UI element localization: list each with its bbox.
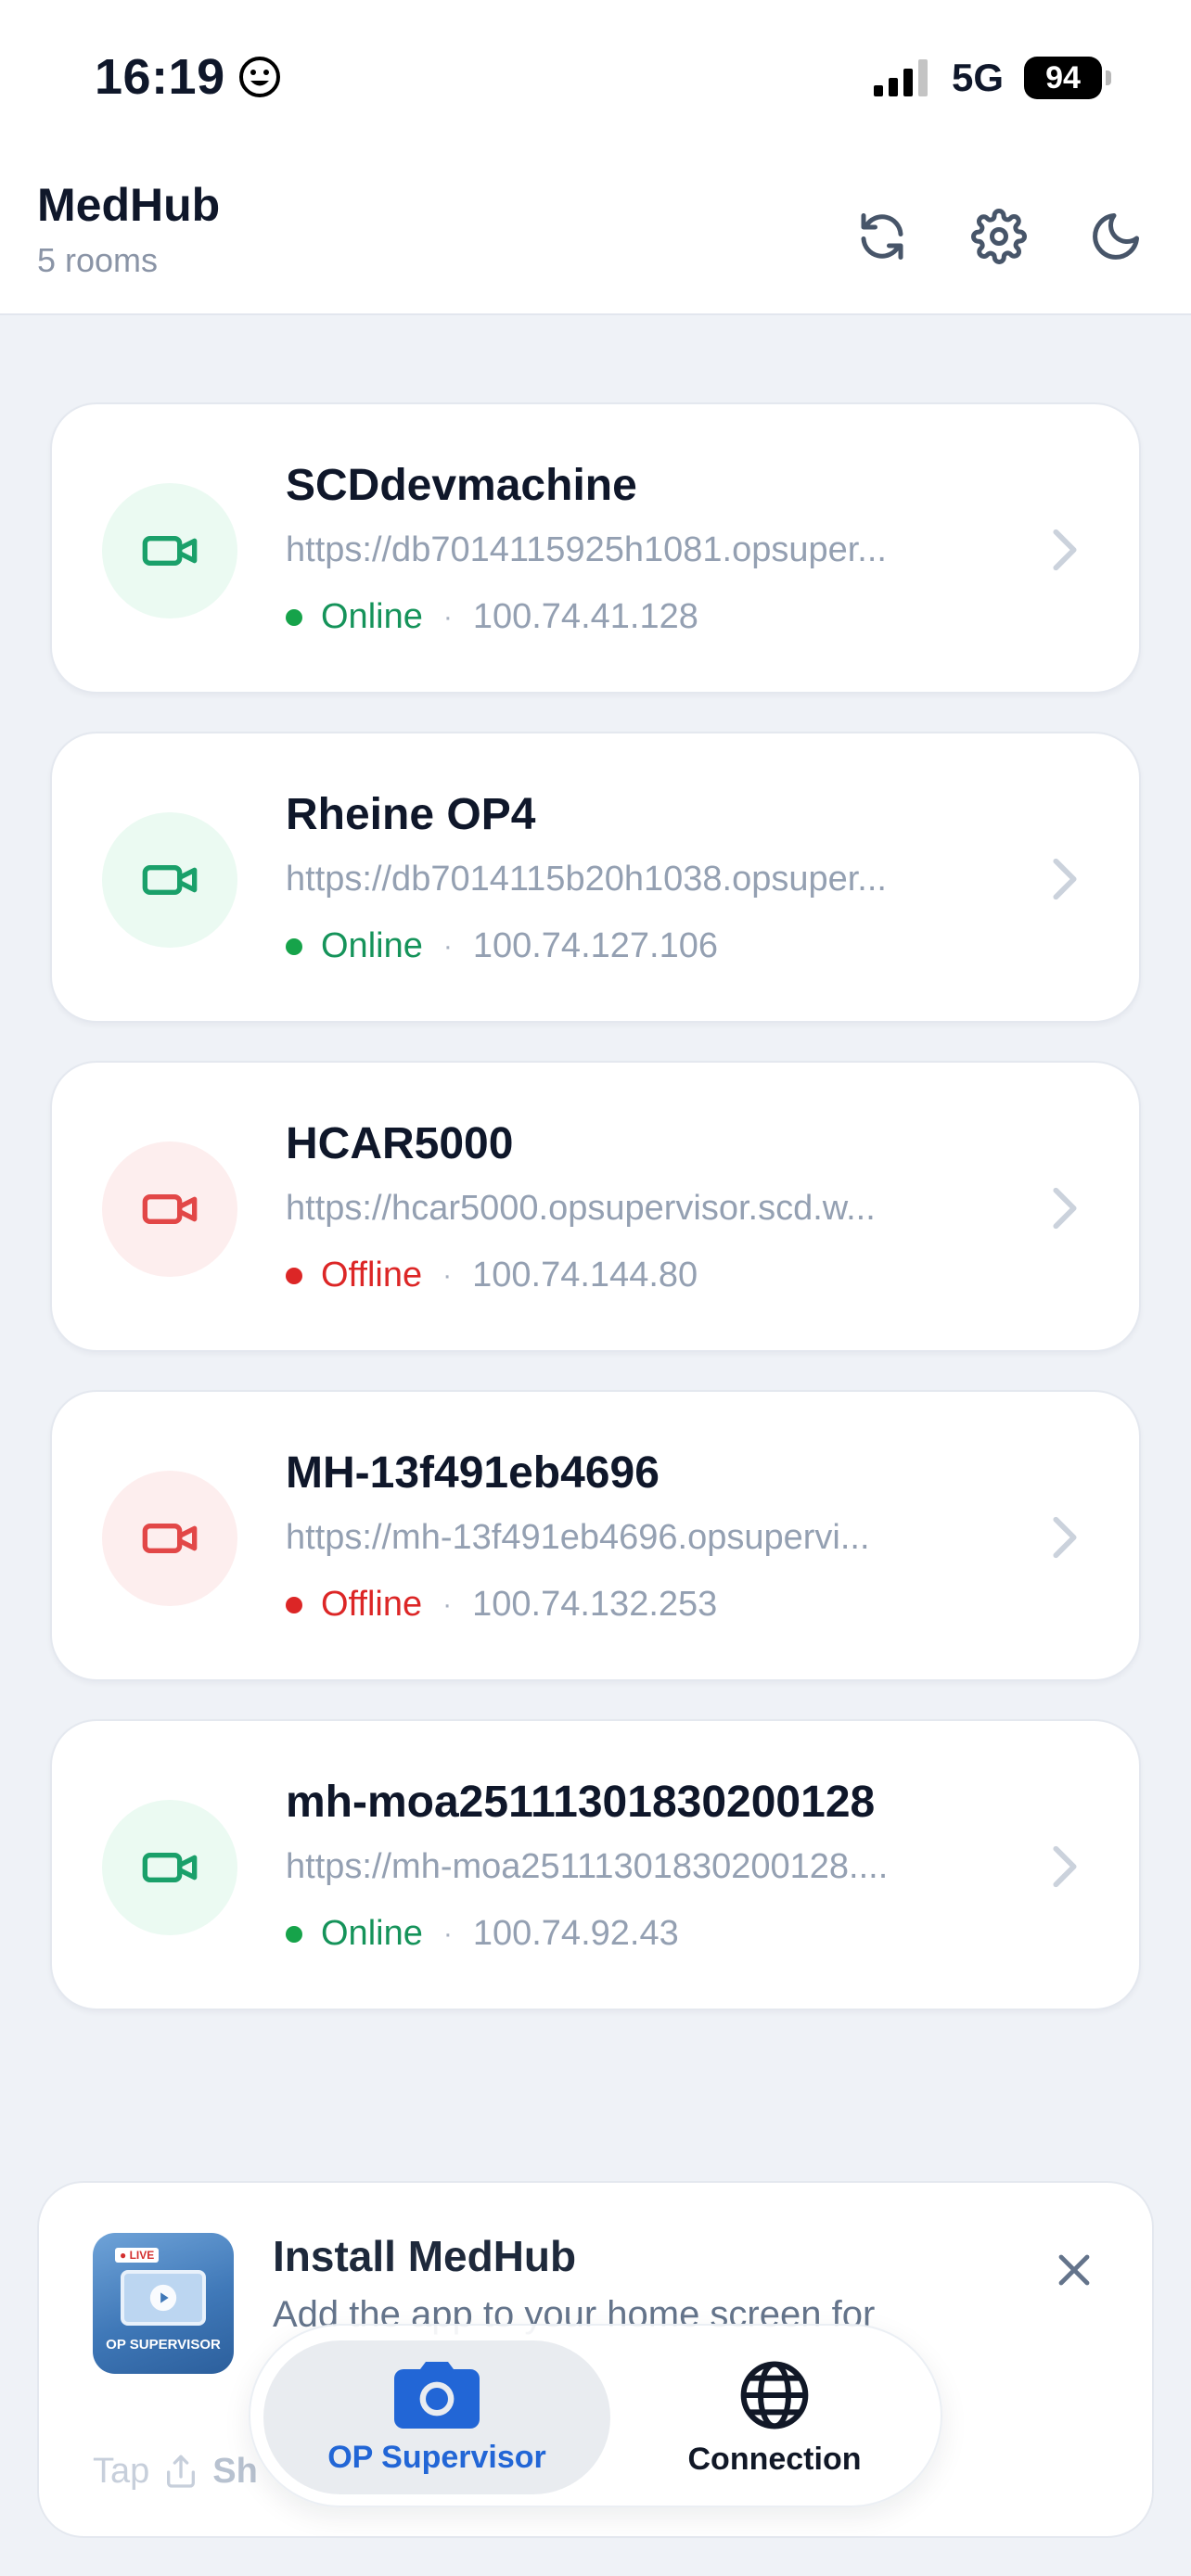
status-dot	[286, 1925, 302, 1943]
tab-bar: OP Supervisor Connection	[249, 2324, 942, 2507]
room-icon	[102, 1471, 237, 1606]
battery-nub	[1106, 70, 1111, 85]
room-url: https://db7014115b20h1038.opsuper...	[286, 860, 887, 899]
room-status: Offline · 100.74.132.253	[286, 1585, 717, 1625]
status-text: Offline	[321, 1585, 423, 1624]
room-url: https://hcar5000.opsupervisor.scd.w...	[286, 1189, 876, 1228]
room-ip: 100.74.132.253	[472, 1585, 718, 1624]
live-badge: ● LIVE	[115, 2248, 160, 2263]
room-status: Online · 100.74.41.128	[286, 597, 698, 637]
video-camera-icon	[142, 1194, 198, 1224]
room-ip: 100.74.41.128	[472, 597, 698, 636]
room-url: https://db7014115925h1081.opsuper...	[286, 530, 887, 569]
room-card[interactable]: MH-13f491eb4696 https://mh-13f491eb4696.…	[50, 1390, 1141, 1681]
separator: ·	[442, 1588, 453, 1620]
room-status: Online · 100.74.92.43	[286, 1914, 679, 1954]
video-camera-icon	[142, 865, 198, 895]
header-actions	[844, 198, 1154, 274]
refresh-button[interactable]	[844, 198, 920, 274]
room-icon	[102, 812, 237, 948]
room-list: SCDdevmachine https://db7014115925h1081.…	[50, 402, 1141, 2048]
video-camera-icon	[142, 1853, 198, 1882]
separator: ·	[442, 601, 453, 632]
chevron-right-icon	[1053, 1845, 1077, 1888]
install-title: Install MedHub	[273, 2232, 577, 2280]
moon-icon	[1093, 213, 1139, 260]
room-icon	[102, 483, 237, 618]
room-url: https://mh-13f491eb4696.opsupervi...	[286, 1518, 870, 1557]
separator: ·	[442, 1918, 453, 1949]
chevron-right-icon	[1053, 529, 1077, 571]
status-time: 16:19	[95, 48, 281, 106]
clock: 16:19	[95, 49, 225, 105]
room-icon	[102, 1141, 237, 1277]
play-icon	[149, 2284, 177, 2312]
install-tip: Tap Sh	[93, 2452, 258, 2492]
video-camera-icon	[142, 536, 198, 566]
camera-icon	[394, 2361, 480, 2429]
room-name: SCDdevmachine	[286, 461, 637, 510]
signal-icon	[873, 59, 928, 96]
room-card[interactable]: Rheine OP4 https://db7014115b20h1038.ops…	[50, 732, 1141, 1023]
status-text: Offline	[321, 1256, 423, 1294]
video-camera-icon	[142, 1524, 198, 1553]
battery: 94	[1024, 57, 1111, 99]
status-dot	[286, 608, 302, 626]
room-ip: 100.74.144.80	[472, 1256, 698, 1294]
tab-connection[interactable]: Connection	[621, 2340, 928, 2494]
room-card[interactable]: SCDdevmachine https://db7014115925h1081.…	[50, 402, 1141, 694]
refresh-icon	[861, 213, 903, 260]
status-bar: 16:19 5G 94	[0, 0, 1191, 158]
share-icon	[167, 2455, 196, 2488]
room-name: Rheine OP4	[286, 790, 536, 839]
app-header: MedHub 5 rooms	[0, 158, 1191, 315]
tab-label: Connection	[687, 2441, 862, 2477]
status-dot	[286, 937, 302, 955]
network-label: 5G	[951, 56, 1004, 99]
chevron-right-icon	[1053, 1187, 1077, 1230]
room-icon	[102, 1800, 237, 1935]
close-icon[interactable]	[1052, 2248, 1096, 2292]
status-indicators: 5G 94	[872, 56, 1111, 100]
page-title: MedHub	[37, 179, 221, 231]
room-ip: 100.74.127.106	[472, 926, 718, 965]
smiley-icon	[238, 57, 280, 97]
room-name: HCAR5000	[286, 1119, 514, 1168]
room-ip: 100.74.92.43	[472, 1914, 679, 1953]
tip-prefix: Tap	[93, 2452, 150, 2491]
room-name: MH-13f491eb4696	[286, 1448, 660, 1498]
app-logo: ● LIVE OP SUPERVISOR	[93, 2233, 234, 2374]
status-text: Online	[321, 1914, 423, 1953]
dark-mode-button[interactable]	[1078, 198, 1154, 274]
room-url: https://mh-moa25111301830200128....	[286, 1847, 889, 1886]
settings-button[interactable]	[961, 198, 1037, 274]
status-dot	[286, 1267, 302, 1284]
status-text: Online	[321, 597, 423, 636]
chevron-right-icon	[1053, 858, 1077, 900]
globe-icon	[740, 2361, 809, 2429]
room-count: 5 rooms	[37, 241, 159, 279]
battery-level: 94	[1024, 57, 1102, 99]
tab-label: OP Supervisor	[327, 2439, 546, 2475]
logo-wordmark: OP SUPERVISOR	[106, 2337, 221, 2353]
room-status: Online · 100.74.127.106	[286, 926, 718, 966]
logo-screen	[121, 2270, 206, 2326]
separator: ·	[442, 1259, 453, 1291]
tab-op-supervisor[interactable]: OP Supervisor	[263, 2340, 610, 2494]
room-card[interactable]: HCAR5000 https://hcar5000.opsupervisor.s…	[50, 1061, 1141, 1352]
gear-icon	[971, 209, 1027, 264]
tip-share-label: Sh	[212, 2452, 258, 2491]
status-dot	[286, 1596, 302, 1613]
room-card[interactable]: mh-moa25111301830200128 https://mh-moa25…	[50, 1719, 1141, 2010]
separator: ·	[442, 930, 453, 962]
status-text: Online	[321, 926, 423, 965]
chevron-right-icon	[1053, 1516, 1077, 1559]
room-status: Offline · 100.74.144.80	[286, 1256, 698, 1295]
room-name: mh-moa25111301830200128	[286, 1778, 876, 1827]
